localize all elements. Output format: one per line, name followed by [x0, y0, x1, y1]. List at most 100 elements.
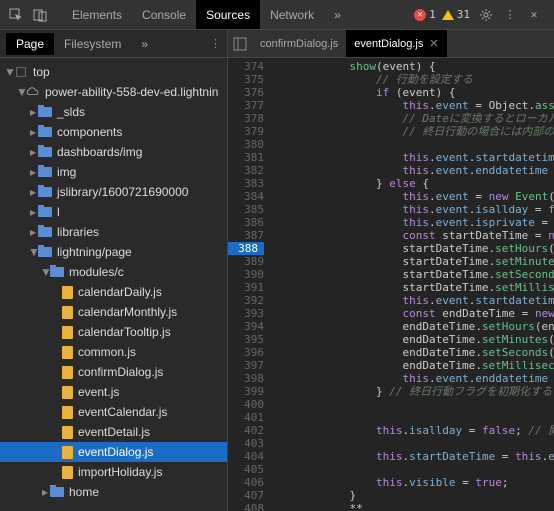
source-editor: confirmDialog.js eventDialog.js ✕ 3743753…: [228, 30, 554, 511]
tree-folder[interactable]: ▸_slds: [0, 102, 227, 122]
tree-folder[interactable]: ▸dashboards/img: [0, 142, 227, 162]
tab-label: confirmDialog.js: [260, 38, 338, 50]
code-area[interactable]: 3743753763773783793803813823833843853863…: [228, 58, 554, 511]
folder-icon: [38, 187, 52, 197]
tree-label: eventDetail.js: [78, 425, 150, 439]
tab-label: eventDialog.js: [354, 38, 423, 50]
frame-icon: [14, 67, 28, 77]
folder-icon: [38, 147, 52, 157]
tree-label: lightning/page: [57, 245, 132, 259]
tree-file-selected[interactable]: eventDialog.js: [0, 442, 227, 462]
panel-tab-console[interactable]: Console: [132, 0, 196, 29]
error-badge[interactable]: ✕ 1: [414, 8, 436, 21]
tree-top[interactable]: ▼top: [0, 62, 227, 82]
js-file-icon: [62, 426, 73, 439]
js-file-icon: [62, 406, 73, 419]
panel-tabs: Elements Console Sources Network »: [62, 0, 351, 29]
folder-icon: [38, 167, 52, 177]
editor-tab-eventdialog[interactable]: eventDialog.js ✕: [346, 30, 446, 57]
tree-file[interactable]: calendarMonthly.js: [0, 302, 227, 322]
tree-folder[interactable]: ▸components: [0, 122, 227, 142]
panel-tab-sources[interactable]: Sources: [196, 0, 260, 29]
tree-folder[interactable]: ▸home: [0, 482, 227, 502]
panel-tab-elements[interactable]: Elements: [62, 0, 132, 29]
gear-icon[interactable]: [476, 5, 496, 25]
js-file-icon: [62, 326, 73, 339]
js-file-icon: [62, 306, 73, 319]
js-file-icon: [62, 346, 73, 359]
code-content[interactable]: show(event) { // 行動を設定する if (event) { th…: [270, 58, 554, 511]
warning-badge[interactable]: 31: [442, 8, 470, 21]
panel-tab-network[interactable]: Network: [260, 0, 324, 29]
js-file-icon: [62, 366, 73, 379]
device-icon[interactable]: [30, 5, 50, 25]
warning-count: 31: [457, 8, 470, 21]
inspect-icon[interactable]: [6, 5, 26, 25]
js-file-icon: [62, 466, 73, 479]
cloud-icon: [26, 87, 40, 97]
tree-label: confirmDialog.js: [78, 365, 163, 379]
tree-folder[interactable]: ▼modules/c: [0, 262, 227, 282]
editor-tabs: confirmDialog.js eventDialog.js ✕: [228, 30, 554, 58]
navigator-sidebar: Page Filesystem » ⋮ ▼top ▼power-ability-…: [0, 30, 228, 511]
tree-label: eventCalendar.js: [78, 405, 167, 419]
tree-label: eventDialog.js: [78, 445, 153, 459]
file-tree: ▼top ▼power-ability-558-dev-ed.lightnin …: [0, 58, 227, 502]
error-dot-icon: ✕: [414, 9, 426, 21]
tree-label: modules/c: [69, 265, 124, 279]
folder-icon: [38, 247, 52, 257]
error-count: 1: [429, 8, 436, 21]
navigator-kebab-icon[interactable]: ⋮: [210, 37, 221, 50]
tree-label: event.js: [78, 385, 119, 399]
js-file-icon: [62, 446, 73, 459]
line-gutter[interactable]: 3743753763773783793803813823833843853863…: [228, 58, 270, 511]
tree-file[interactable]: event.js: [0, 382, 227, 402]
tree-file[interactable]: calendarTooltip.js: [0, 322, 227, 342]
tree-file[interactable]: common.js: [0, 342, 227, 362]
tree-label: libraries: [57, 225, 99, 239]
tree-label: common.js: [78, 345, 136, 359]
tree-label: importHoliday.js: [78, 465, 162, 479]
tree-domain[interactable]: ▼power-ability-558-dev-ed.lightnin: [0, 82, 227, 102]
tree-file[interactable]: confirmDialog.js: [0, 362, 227, 382]
folder-icon: [38, 107, 52, 117]
folder-icon: [38, 207, 52, 217]
navigator-tabs: Page Filesystem » ⋮: [0, 30, 227, 58]
tree-folder[interactable]: ▸jslibrary/1600721690000: [0, 182, 227, 202]
editor-tab-confirm[interactable]: confirmDialog.js: [252, 30, 346, 57]
navigator-tab-filesystem[interactable]: Filesystem: [54, 33, 131, 55]
navigator-tab-page[interactable]: Page: [6, 33, 54, 55]
tree-file[interactable]: importHoliday.js: [0, 462, 227, 482]
tree-file[interactable]: calendarDaily.js: [0, 282, 227, 302]
tree-label: img: [57, 165, 76, 179]
tree-label: power-ability-558-dev-ed.lightnin: [45, 85, 218, 99]
tree-folder[interactable]: ▸l: [0, 202, 227, 222]
tree-folder[interactable]: ▸libraries: [0, 222, 227, 242]
kebab-icon[interactable]: ⋮: [500, 5, 520, 25]
devtools-toolbar: Elements Console Sources Network » ✕ 1 3…: [0, 0, 554, 30]
tree-file[interactable]: eventDetail.js: [0, 422, 227, 442]
close-icon[interactable]: ✕: [524, 5, 544, 25]
tree-folder[interactable]: ▸img: [0, 162, 227, 182]
js-file-icon: [62, 386, 73, 399]
navigator-overflow-icon[interactable]: »: [131, 33, 158, 55]
tree-folder[interactable]: ▼lightning/page: [0, 242, 227, 262]
close-tab-icon[interactable]: ✕: [429, 37, 438, 50]
folder-icon: [38, 227, 52, 237]
folder-icon: [38, 127, 52, 137]
tree-label: l: [57, 205, 60, 219]
panel-overflow-icon[interactable]: »: [324, 0, 351, 29]
tree-label: calendarDaily.js: [78, 285, 162, 299]
folder-icon: [50, 487, 64, 497]
tree-label: top: [33, 65, 50, 79]
tree-label: calendarTooltip.js: [78, 325, 171, 339]
editor-nav-icon[interactable]: [228, 37, 252, 51]
tree-label: _slds: [57, 105, 85, 119]
tree-label: calendarMonthly.js: [78, 305, 177, 319]
warning-triangle-icon: [442, 10, 454, 20]
tree-label: jslibrary/1600721690000: [57, 185, 188, 199]
tree-label: dashboards/img: [57, 145, 142, 159]
tree-file[interactable]: eventCalendar.js: [0, 402, 227, 422]
js-file-icon: [62, 286, 73, 299]
tree-label: components: [57, 125, 122, 139]
